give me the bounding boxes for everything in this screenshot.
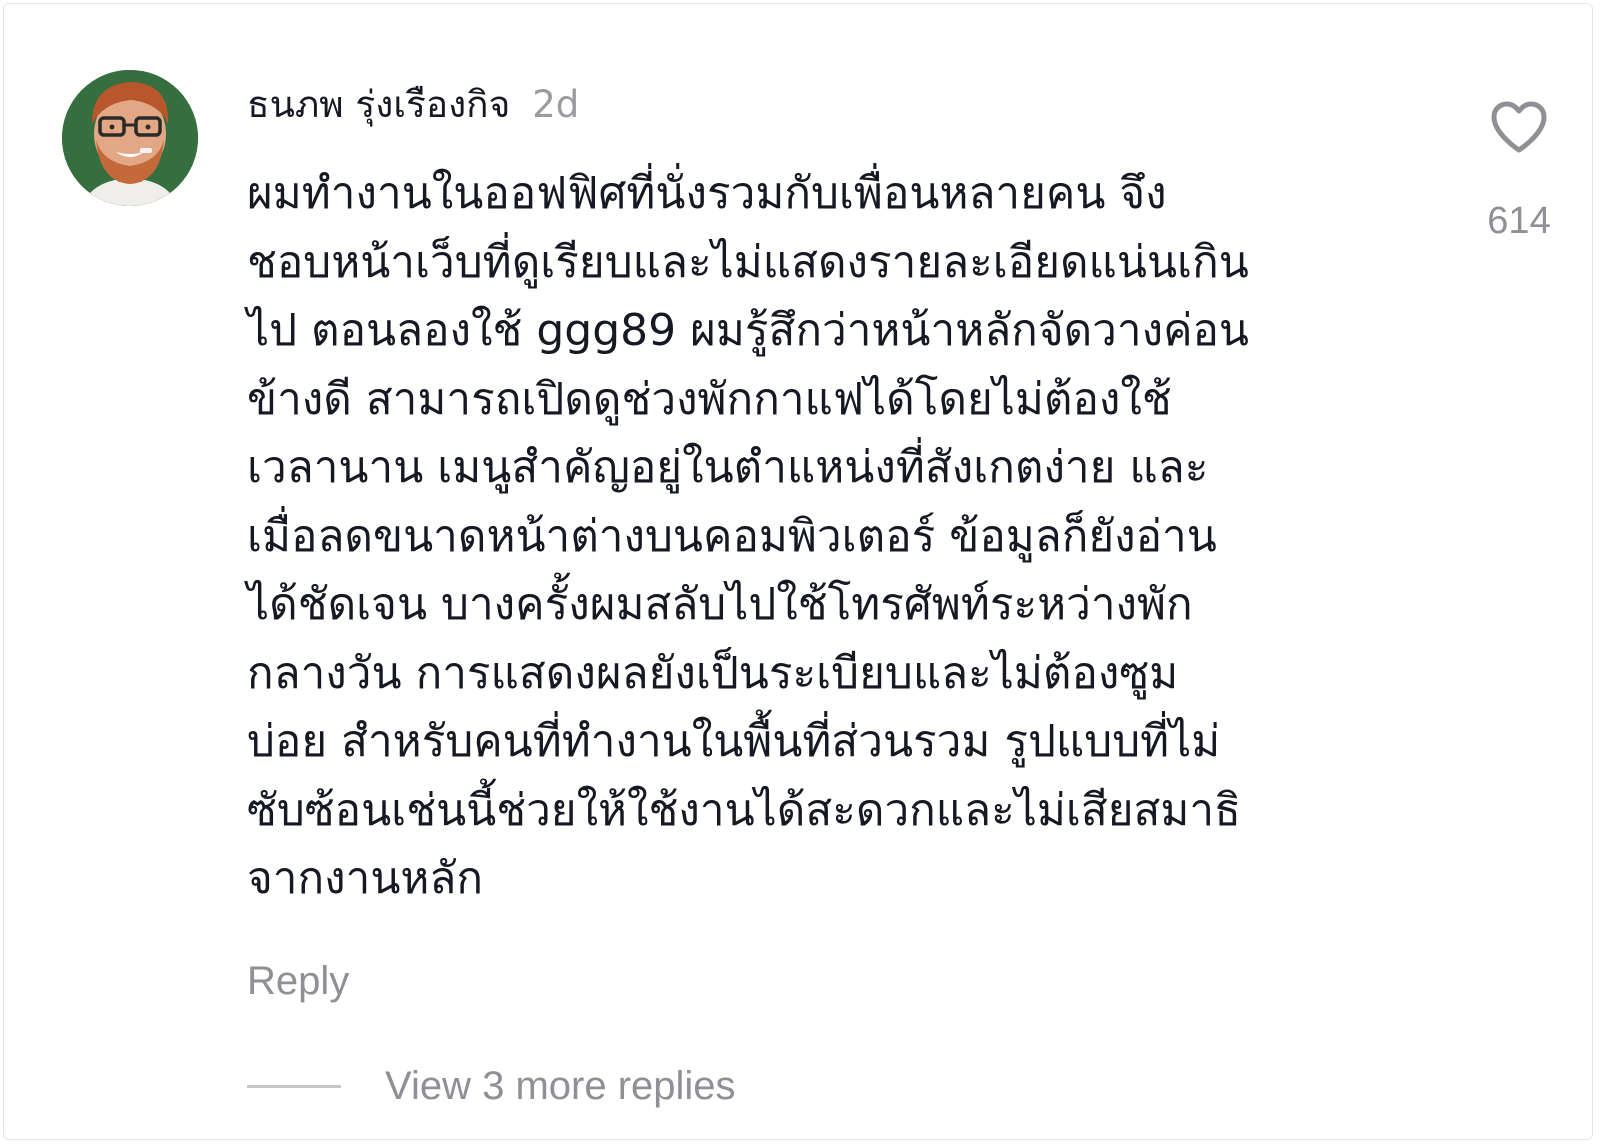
view-more-replies-button[interactable]: View 3 more replies <box>385 1064 736 1109</box>
heart-outline-icon[interactable] <box>1490 100 1548 154</box>
avatar-image <box>62 70 198 206</box>
comment-line: เวลานาน เมนูสำคัญอยู่ในตำแหน่งที่สังเกตง… <box>247 442 1209 493</box>
reply-button[interactable]: Reply <box>247 959 349 1004</box>
comment-line: เมื่อลดขนาดหน้าต่างบนคอมพิวเตอร์ ข้อมูลก… <box>247 510 1217 562</box>
replies-divider <box>247 1085 341 1088</box>
like-count: 614 <box>1487 200 1551 242</box>
comment-card: ธนภพ รุ่งเรืองกิจ 2d ผมทำงานในออฟฟิศที่น… <box>3 3 1593 1140</box>
comment-line: ผมทำงานในออฟฟิศที่นั่งรวมกับเพื่อนหลายคน… <box>247 168 1167 219</box>
comment-timestamp: 2d <box>532 82 580 126</box>
avatar[interactable] <box>62 70 198 206</box>
comment-line: กลางวัน การแสดงผลยังเป็นระเบียบและไม่ต้อ… <box>247 647 1179 699</box>
comment-line: บ่อย สำหรับคนที่ทำงานในพื้นที่ส่วนรวม รู… <box>247 716 1221 767</box>
comment-line: ข้างดี สามารถเปิดดูช่วงพักกาแฟได้โดยไม่ต… <box>247 373 1172 425</box>
comment-line: ชอบหน้าเว็บที่ดูเรียบและไม่แสดงรายละเอีย… <box>247 236 1249 288</box>
comment-header: ธนภพ รุ่งเรืองกิจ 2d <box>247 76 579 132</box>
view-replies-row: View 3 more replies <box>247 1064 736 1109</box>
comment-text: ผมทำงานในออฟฟิศที่นั่งรวมกับเพื่อนหลายคน… <box>247 160 1397 914</box>
like-group: 614 <box>1459 100 1579 242</box>
comment-line: ได้ชัดเจน บางครั้งผมสลับไปใช้โทรศัพท์ระห… <box>247 579 1193 630</box>
username[interactable]: ธนภพ รุ่งเรืองกิจ <box>247 75 510 134</box>
comment-line: ไป ตอนลองใช้ ggg89 ผมรู้สึกว่าหน้าหลักจั… <box>247 305 1250 356</box>
comment-line: ซับซ้อนเช่นนี้ช่วยให้ใช้งานได้สะดวกและไม… <box>247 784 1241 836</box>
comment-line: จากงานหลัก <box>247 853 484 904</box>
